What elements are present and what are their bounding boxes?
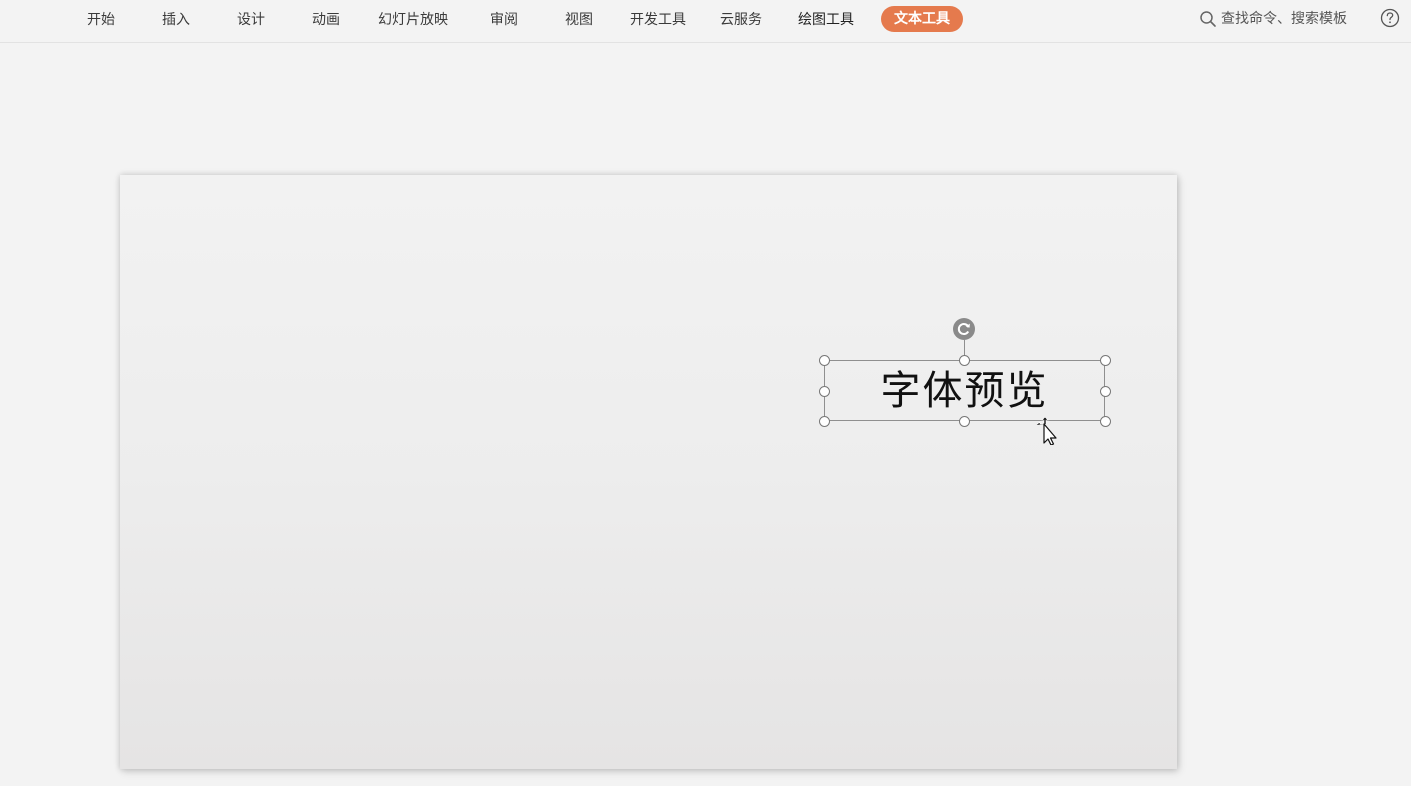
rotate-handle-icon[interactable] [952, 317, 976, 341]
resize-handle-top-left[interactable] [819, 355, 830, 366]
resize-handle-top-right[interactable] [1100, 355, 1111, 366]
resize-handle-top[interactable] [959, 355, 970, 366]
resize-handle-bottom-right[interactable] [1100, 416, 1111, 427]
tab-cloud-services[interactable]: 云服务 [720, 10, 762, 30]
tab-developer[interactable]: 开发工具 [630, 10, 686, 30]
tab-view[interactable]: 视图 [565, 10, 593, 30]
command-search[interactable]: 查找命令、搜索模板 [1199, 9, 1347, 29]
tab-animation[interactable]: 动画 [312, 10, 340, 30]
help-icon[interactable] [1380, 8, 1400, 28]
search-label: 查找命令、搜索模板 [1221, 11, 1347, 27]
tab-drawing-tools[interactable]: 绘图工具 [798, 10, 854, 30]
resize-handle-right[interactable] [1100, 386, 1111, 397]
tab-slideshow[interactable]: 幻灯片放映 [378, 10, 448, 30]
search-icon [1200, 11, 1216, 27]
tab-text-tools[interactable]: 文本工具 [881, 6, 963, 32]
resize-handle-bottom-left[interactable] [819, 416, 830, 427]
tab-start[interactable]: 开始 [87, 10, 115, 30]
ribbon-tab-bar: 开始 插入 设计 动画 幻灯片放映 审阅 视图 开发工具 云服务 绘图工具 文本… [0, 0, 1411, 43]
tab-review[interactable]: 审阅 [490, 10, 518, 30]
textbox-text[interactable]: 字体预览 [825, 361, 1104, 420]
tab-insert[interactable]: 插入 [162, 10, 190, 30]
resize-handle-left[interactable] [819, 386, 830, 397]
selected-textbox[interactable]: 字体预览 [824, 360, 1105, 421]
slide-canvas[interactable] [120, 175, 1177, 769]
tab-design[interactable]: 设计 [237, 10, 265, 30]
resize-handle-bottom[interactable] [959, 416, 970, 427]
